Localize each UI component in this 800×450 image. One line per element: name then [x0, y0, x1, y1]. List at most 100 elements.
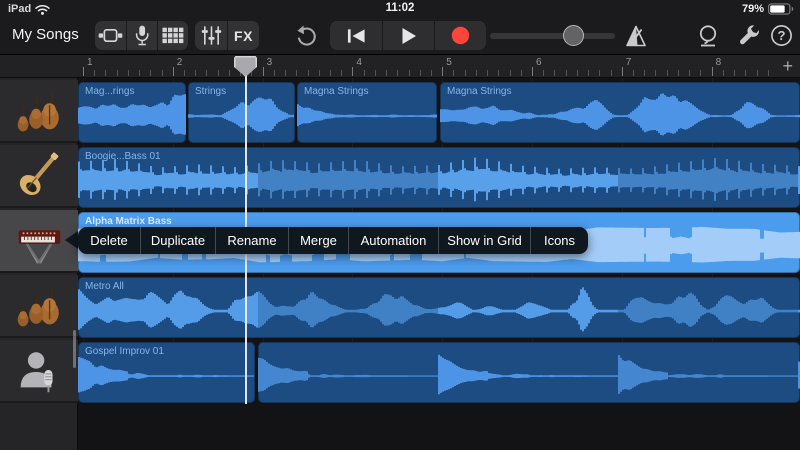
strings-instrument-icon: [12, 84, 66, 138]
my-songs-button[interactable]: My Songs: [12, 26, 79, 43]
fx-button[interactable]: FX: [227, 21, 259, 50]
ruler-tick: [667, 70, 668, 76]
record-audio-button[interactable]: [126, 21, 157, 50]
ruler-tick: [139, 70, 140, 76]
menu-item-icons[interactable]: Icons: [530, 227, 588, 254]
ruler-tick: [218, 70, 219, 76]
timeline-ruler[interactable]: + 12345678: [0, 55, 800, 78]
ruler-tick: [206, 70, 207, 76]
audio-region[interactable]: [258, 342, 800, 403]
strings-instrument-icon: [12, 279, 66, 333]
track-controls-button[interactable]: [195, 21, 227, 50]
track-header-bass[interactable]: [0, 145, 78, 208]
track-header-voice[interactable]: [0, 340, 78, 403]
track-header-strings-1[interactable]: [0, 80, 78, 143]
bar-number: 2: [177, 57, 183, 68]
track-header-column: [0, 78, 78, 450]
menu-item-merge[interactable]: Merge: [288, 227, 348, 254]
ruler-tick: [476, 70, 477, 76]
wrench-icon: [737, 24, 761, 48]
track-lane-voice: Gospel Improv 01: [78, 342, 800, 403]
audio-region[interactable]: Strings: [188, 82, 295, 143]
track-header-strings-2[interactable]: [0, 275, 78, 338]
audio-region[interactable]: Magna Strings: [297, 82, 437, 143]
rewind-icon: [347, 28, 366, 44]
region-label: Alpha Matrix Bass: [85, 216, 172, 227]
menu-item-show-in-grid[interactable]: Show in Grid: [438, 227, 530, 254]
region-label: Gospel Improv 01: [85, 346, 164, 357]
ruler-tick: [599, 70, 600, 76]
ruler-tick: [184, 70, 185, 76]
help-button[interactable]: ?: [770, 24, 793, 52]
menu-item-automation[interactable]: Automation: [348, 227, 438, 254]
controls-button-group: FX: [195, 21, 259, 50]
volume-slider[interactable]: [490, 24, 615, 48]
ruler-tick: [173, 67, 174, 76]
bar-number: 1: [87, 57, 93, 68]
ruler-tick: [431, 70, 432, 76]
menu-item-rename[interactable]: Rename: [215, 227, 288, 254]
rewind-button[interactable]: [330, 21, 382, 50]
grid-icon: [162, 27, 184, 44]
ruler-tick: [622, 67, 623, 76]
help-icon: ?: [770, 24, 793, 47]
audio-region[interactable]: Mag...rings: [78, 82, 186, 143]
audio-region[interactable]: Boogie...Bass 01: [78, 147, 800, 208]
ruler-tick: [150, 70, 151, 76]
grid-view-button[interactable]: [157, 21, 188, 50]
audio-region[interactable]: Metro All: [78, 277, 800, 338]
ruler-tick: [319, 70, 320, 76]
ruler-tick: [420, 70, 421, 76]
ruler-tick: [352, 67, 353, 76]
bar-number: 3: [267, 57, 273, 68]
ruler-tick: [723, 70, 724, 76]
waveform: [258, 342, 800, 403]
region-label: Strings: [195, 86, 226, 97]
track-view-button[interactable]: [95, 21, 126, 50]
record-icon: [451, 26, 470, 45]
context-menu-arrow: [65, 231, 78, 249]
menu-item-duplicate[interactable]: Duplicate: [140, 227, 215, 254]
ruler-tick: [611, 70, 612, 76]
undo-button[interactable]: [293, 24, 319, 48]
bar-number: 6: [536, 57, 542, 68]
track-lane-bass: Boogie...Bass 01: [78, 147, 800, 208]
loop-browser-button[interactable]: [696, 24, 720, 53]
microphone-icon: [133, 24, 151, 47]
record-button[interactable]: [434, 21, 486, 50]
audio-region[interactable]: Magna Strings: [440, 82, 800, 143]
ruler-tick: [521, 70, 522, 76]
region-label: Magna Strings: [447, 86, 511, 97]
status-bar: iPad 11:02 79%: [0, 0, 800, 18]
tracks-timeline-area[interactable]: Mag...rings Strings Magna Strings Magna …: [78, 78, 800, 450]
menu-item-delete[interactable]: Delete: [78, 227, 140, 254]
region-label: Boogie...Bass 01: [85, 151, 161, 162]
battery-icon: [768, 3, 794, 15]
ruler-tick: [554, 70, 555, 76]
metronome-button[interactable]: [624, 24, 648, 53]
synth-keyboard-instrument-icon: [12, 214, 66, 268]
ruler-tick: [510, 70, 511, 76]
ruler-tick: [543, 70, 544, 76]
ruler-tick: [768, 70, 769, 76]
region-label: Magna Strings: [304, 86, 368, 97]
play-button[interactable]: [382, 21, 434, 50]
ruler-tick: [442, 67, 443, 76]
add-bars-button[interactable]: +: [782, 56, 793, 77]
play-icon: [401, 27, 417, 45]
ruler-tick: [83, 67, 84, 76]
audio-region[interactable]: Gospel Improv 01: [78, 342, 255, 403]
waveform: [78, 277, 800, 338]
ruler-tick: [285, 70, 286, 76]
settings-button[interactable]: [737, 24, 761, 53]
volume-knob[interactable]: [563, 25, 584, 46]
waveform: [78, 147, 800, 208]
track-lane-strings-1: Mag...rings Strings Magna Strings Magna …: [78, 82, 800, 143]
bass-guitar-instrument-icon: [12, 149, 66, 203]
metronome-icon: [624, 24, 648, 48]
fx-label: FX: [234, 28, 253, 44]
track-view-icon: [98, 27, 123, 44]
ruler-tick: [308, 70, 309, 76]
garageband-app: iPad 11:02 79% My Songs: [0, 0, 800, 450]
ruler-tick: [757, 70, 758, 76]
